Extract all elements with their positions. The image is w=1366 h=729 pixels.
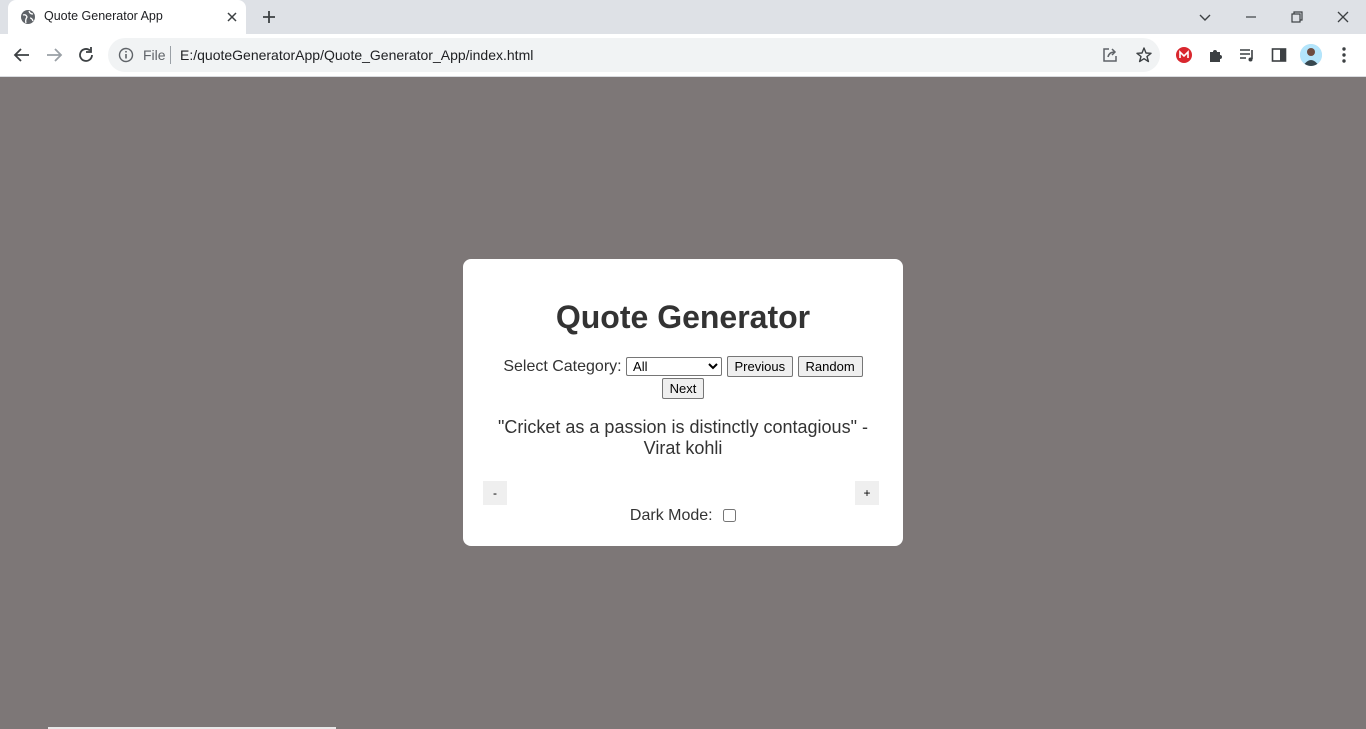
kebab-menu-icon[interactable] — [1336, 45, 1352, 65]
increase-font-button[interactable]: + — [855, 481, 879, 505]
avatar[interactable] — [1300, 44, 1322, 66]
back-arrow-icon[interactable] — [12, 45, 32, 65]
close-icon[interactable] — [225, 10, 239, 24]
side-panel-icon[interactable] — [1270, 46, 1288, 64]
quote-author: Virat kohli — [643, 438, 723, 458]
puzzle-extensions-icon[interactable] — [1207, 46, 1225, 64]
dark-mode-label: Dark Mode: — [629, 507, 713, 524]
reload-icon[interactable] — [76, 45, 96, 65]
plus-icon[interactable] — [260, 8, 278, 26]
reading-list-icon[interactable] — [1238, 46, 1256, 64]
quote-dash: - — [861, 417, 868, 437]
address-separator — [170, 46, 171, 64]
tab-strip: Quote Generator App — [0, 0, 1366, 34]
info-icon[interactable] — [118, 47, 134, 63]
profile-picture-icon — [1300, 44, 1322, 66]
close-icon[interactable] — [1332, 6, 1354, 28]
mega-extension-icon[interactable] — [1175, 46, 1193, 64]
tab-title: Quote Generator App — [44, 9, 163, 23]
category-label: Select Category: — [503, 358, 622, 375]
browser-tab[interactable]: Quote Generator App — [8, 0, 246, 34]
dark-mode-checkbox[interactable] — [723, 509, 737, 523]
decrease-font-button[interactable]: - — [483, 481, 507, 505]
globe-icon — [21, 10, 35, 24]
category-select[interactable]: All — [626, 357, 723, 377]
quote-text: "Cricket as a passion is distinctly cont… — [498, 417, 857, 437]
dark-mode-row: Dark Mode: — [463, 507, 903, 525]
quote-controls: Select Category: All Previous Random Nex… — [483, 356, 883, 399]
forward-arrow-icon[interactable] — [44, 45, 64, 65]
random-button[interactable]: Random — [797, 356, 863, 378]
star-icon[interactable] — [1135, 46, 1153, 64]
restore-icon[interactable] — [1286, 6, 1308, 28]
address-bar[interactable]: File E:/quoteGeneratorApp/Quote_Generato… — [108, 38, 1160, 72]
page-viewport: Quote Generator Select Category: All Pre… — [0, 77, 1366, 729]
address-url[interactable]: E:/quoteGeneratorApp/Quote_Generator_App… — [180, 47, 533, 63]
previous-button[interactable]: Previous — [726, 356, 794, 378]
page-title: Quote Generator — [555, 299, 811, 335]
chevron-down-icon[interactable] — [1194, 6, 1216, 28]
browser-toolbar: File E:/quoteGeneratorApp/Quote_Generato… — [0, 34, 1366, 77]
share-icon[interactable] — [1101, 46, 1119, 64]
address-scheme: File — [143, 47, 166, 63]
minimize-icon[interactable] — [1240, 6, 1262, 28]
next-button[interactable]: Next — [661, 377, 705, 399]
quote-display: "Cricket as a passion is distinctly cont… — [493, 417, 873, 459]
quote-card: Quote Generator Select Category: All Pre… — [463, 259, 903, 546]
